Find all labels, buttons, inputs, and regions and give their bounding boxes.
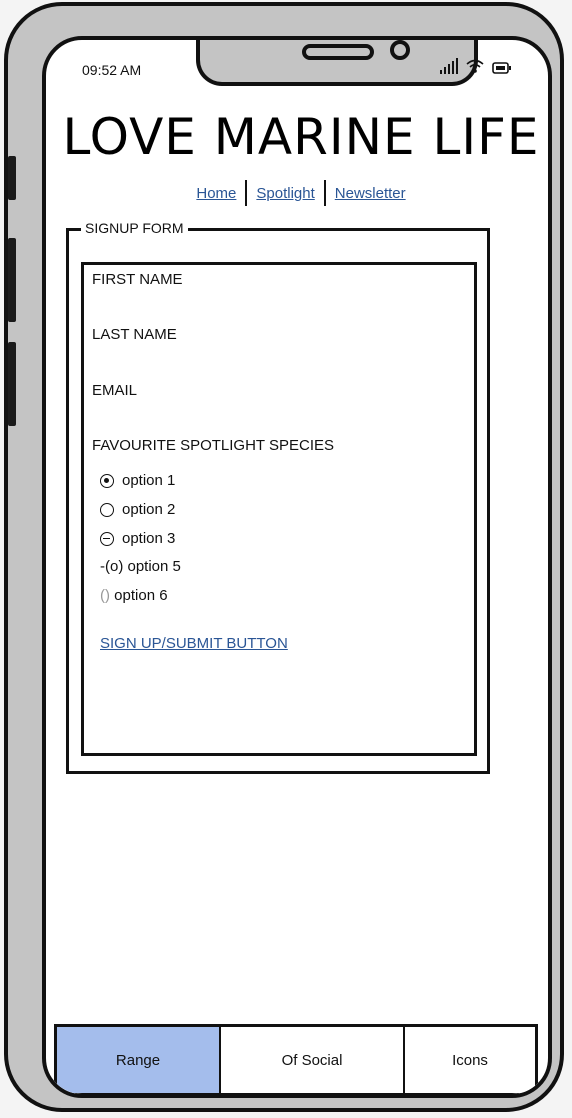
- camera-icon: [390, 40, 410, 60]
- first-name-field[interactable]: FIRST NAME: [92, 271, 183, 288]
- status-time: 09:52 AM: [82, 62, 142, 78]
- signal-icon: [440, 58, 458, 74]
- radio-unchecked-icon[interactable]: [100, 502, 114, 517]
- radio-checked-icon[interactable]: [100, 473, 114, 488]
- option-prefix: (): [100, 587, 110, 604]
- volume-up-button: [8, 238, 16, 322]
- nav-link-newsletter[interactable]: Newsletter: [328, 185, 413, 202]
- email-field[interactable]: EMAIL: [92, 382, 137, 399]
- species-option-2[interactable]: option 2: [100, 501, 175, 518]
- notch: [196, 40, 478, 86]
- mute-switch: [8, 156, 16, 200]
- form-body: FIRST NAME LAST NAME EMAIL FAVOURITE SPO…: [81, 262, 477, 756]
- last-name-field[interactable]: LAST NAME: [92, 326, 177, 343]
- phone-frame: 09:52 AM LOVE MARINE LIFE Home Spotlight…: [4, 2, 564, 1112]
- battery-icon: [492, 62, 511, 74]
- status-icons: [440, 58, 512, 74]
- species-option-3[interactable]: option 3: [100, 530, 175, 547]
- signup-form: SIGNUP FORM FIRST NAME LAST NAME EMAIL F…: [66, 220, 490, 774]
- radio-disabled-icon: [100, 531, 114, 546]
- submit-button[interactable]: SIGN UP/SUBMIT BUTTON: [100, 635, 288, 652]
- option-label: option 5: [123, 558, 181, 575]
- device-mockup: 09:52 AM LOVE MARINE LIFE Home Spotlight…: [0, 0, 572, 1118]
- bottom-tab-bar: Range Of Social Icons: [54, 1024, 538, 1094]
- option-prefix: -(o): [100, 558, 124, 575]
- phone-screen: 09:52 AM LOVE MARINE LIFE Home Spotlight…: [42, 36, 552, 1098]
- tab-range[interactable]: Range: [57, 1027, 219, 1093]
- option-label: option 3: [122, 530, 176, 547]
- option-label: option 2: [122, 501, 176, 518]
- page-title: LOVE MARINE LIFE: [62, 108, 540, 166]
- speaker-icon: [302, 44, 374, 60]
- nav-divider: [323, 180, 326, 206]
- species-option-1[interactable]: option 1: [100, 472, 175, 489]
- species-option-6: () option 6: [100, 587, 168, 604]
- nav-link-home[interactable]: Home: [189, 185, 243, 202]
- form-legend: SIGNUP FORM: [81, 220, 188, 236]
- tab-of-social[interactable]: Of Social: [219, 1027, 403, 1093]
- option-label: option 6: [110, 587, 168, 604]
- tab-icons[interactable]: Icons: [403, 1027, 535, 1093]
- wifi-icon: [466, 59, 484, 73]
- nav-link-spotlight[interactable]: Spotlight: [249, 185, 321, 202]
- option-label: option 1: [122, 472, 176, 489]
- species-option-5: -(o) option 5: [100, 558, 181, 575]
- species-label: FAVOURITE SPOTLIGHT SPECIES: [92, 437, 334, 454]
- top-nav: Home Spotlight Newsletter: [46, 180, 548, 206]
- volume-down-button: [8, 342, 16, 426]
- nav-divider: [245, 180, 248, 206]
